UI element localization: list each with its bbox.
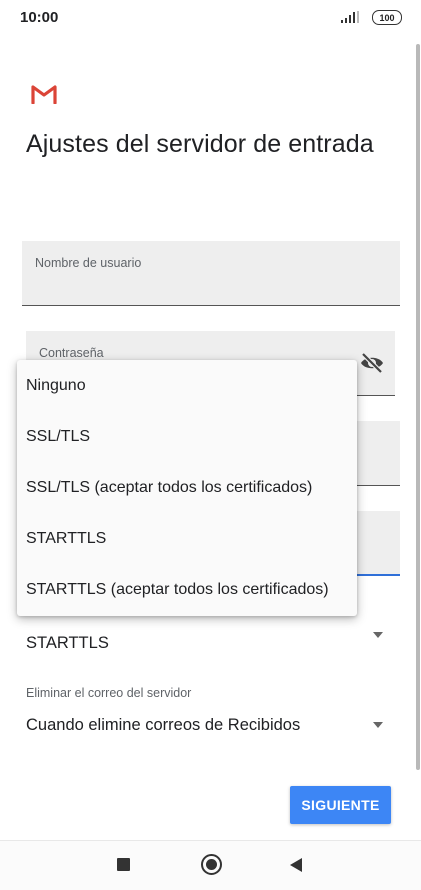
screen: 10:00 100 Ajustes del servidor de entrad… xyxy=(0,0,421,890)
scrollbar[interactable] xyxy=(416,44,420,770)
security-dropdown-menu: Ninguno SSL/TLS SSL/TLS (aceptar todos l… xyxy=(17,360,357,616)
next-button[interactable]: SIGUIENTE xyxy=(290,786,391,824)
menu-item-ninguno[interactable]: Ninguno xyxy=(17,360,357,411)
page-title: Ajustes del servidor de entrada xyxy=(26,130,374,158)
visibility-off-icon[interactable] xyxy=(360,353,384,373)
security-type-select[interactable]: STARTTLS xyxy=(26,634,109,653)
home-circle-icon[interactable] xyxy=(201,854,222,875)
battery-icon: 100 xyxy=(372,10,402,25)
username-field[interactable]: Nombre de usuario xyxy=(22,241,400,306)
menu-item-starttls-all-certs[interactable]: STARTTLS (aceptar todos los certificados… xyxy=(17,564,357,615)
delete-policy-label: Eliminar el correo del servidor xyxy=(26,686,192,700)
signal-bars-icon xyxy=(341,11,359,23)
status-time: 10:00 xyxy=(20,9,59,26)
back-triangle-icon[interactable] xyxy=(290,858,302,872)
delete-policy-select[interactable]: Cuando elimine correos de Recibidos xyxy=(26,716,300,735)
status-bar: 10:00 100 xyxy=(0,0,421,36)
password-label: Contraseña xyxy=(39,346,104,360)
recents-square-icon[interactable] xyxy=(117,858,130,871)
menu-item-ssl-tls[interactable]: SSL/TLS xyxy=(17,411,357,462)
dropdown-arrow-icon[interactable] xyxy=(373,722,383,728)
battery-level: 100 xyxy=(379,12,395,23)
menu-item-ssl-tls-all-certs[interactable]: SSL/TLS (aceptar todos los certificados) xyxy=(17,462,357,513)
gmail-logo-icon xyxy=(31,85,57,104)
username-label: Nombre de usuario xyxy=(35,256,142,270)
navigation-bar xyxy=(0,840,421,890)
menu-item-starttls[interactable]: STARTTLS xyxy=(17,513,357,564)
dropdown-arrow-icon[interactable] xyxy=(373,632,383,638)
